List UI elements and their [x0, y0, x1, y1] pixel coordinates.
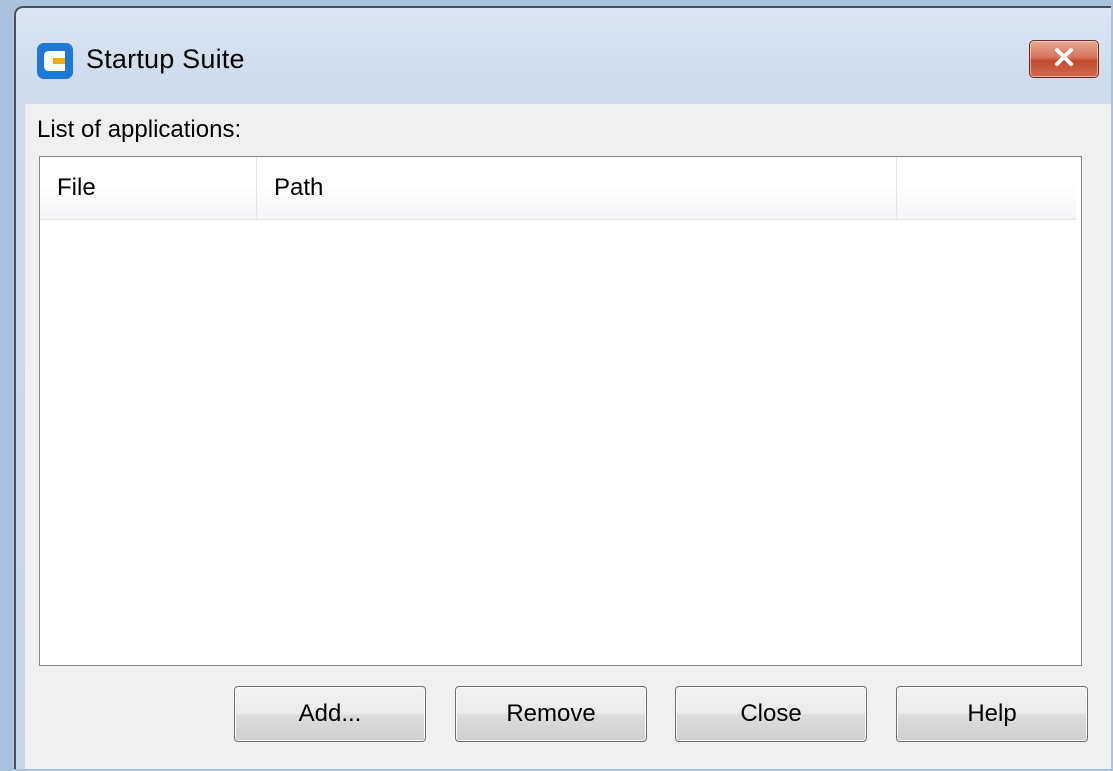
applications-list-label: List of applications:: [37, 116, 242, 143]
applications-list[interactable]: File Path: [39, 156, 1082, 666]
list-body[interactable]: [40, 220, 1081, 665]
add-button[interactable]: Add...: [234, 686, 426, 742]
help-button[interactable]: Help: [896, 686, 1088, 742]
startup-suite-dialog: Startup Suite List of applications: File…: [14, 6, 1111, 769]
dialog-content: List of applications: File Path Add... R…: [25, 104, 1111, 769]
window-title: Startup Suite: [86, 44, 245, 74]
title-bar[interactable]: Startup Suite: [16, 8, 1111, 108]
remove-button[interactable]: Remove: [455, 686, 647, 742]
window-close-button[interactable]: [1029, 40, 1099, 78]
app-logo-icon: [36, 42, 74, 80]
list-header: File Path: [40, 157, 1076, 220]
close-icon: [1053, 47, 1075, 72]
column-header-file[interactable]: File: [40, 157, 257, 219]
column-header-empty[interactable]: [897, 157, 1075, 219]
column-header-path[interactable]: Path: [257, 157, 897, 219]
close-button[interactable]: Close: [675, 686, 867, 742]
